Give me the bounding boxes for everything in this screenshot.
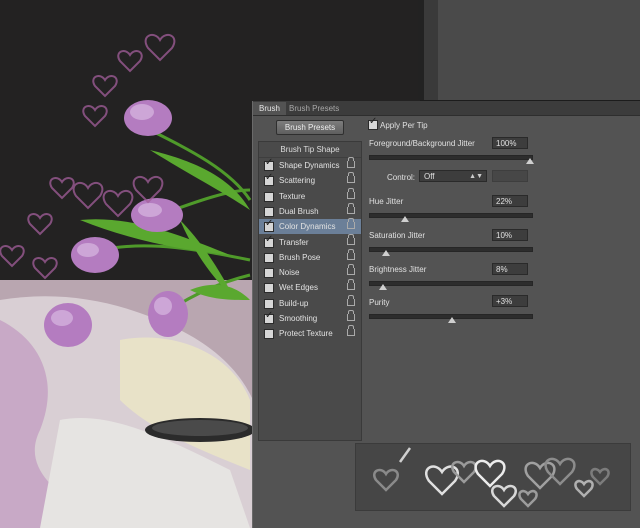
option-checkbox[interactable]: ✓ bbox=[264, 310, 274, 324]
lock-icon[interactable] bbox=[347, 218, 355, 230]
option-label: Protect Texture bbox=[279, 329, 333, 339]
apply-per-tip-checkbox[interactable]: ✓ bbox=[368, 116, 378, 130]
brightness-jitter-value[interactable]: 8% bbox=[492, 263, 528, 275]
option-checkbox[interactable] bbox=[264, 329, 274, 340]
option-checkbox[interactable] bbox=[264, 298, 274, 309]
option-label: Build-up bbox=[279, 298, 309, 308]
option-label: Transfer bbox=[279, 237, 309, 247]
tab-brush[interactable]: Brush bbox=[253, 102, 286, 115]
lock-icon[interactable] bbox=[347, 325, 355, 337]
check-icon: ✓ bbox=[265, 218, 274, 230]
brush-option-smoothing[interactable]: ✓ Smoothing bbox=[259, 310, 361, 326]
check-icon: ✓ bbox=[265, 310, 274, 321]
saturation-jitter-slider[interactable] bbox=[369, 247, 533, 256]
slider-thumb[interactable] bbox=[382, 250, 390, 256]
option-checkbox[interactable] bbox=[264, 252, 274, 263]
brush-option-noise[interactable]: Noise bbox=[259, 264, 361, 280]
tab-brush-presets[interactable]: Brush Presets bbox=[283, 102, 345, 115]
fg-bg-jitter-value[interactable]: 100% bbox=[492, 137, 528, 149]
top-dark-panel bbox=[418, 0, 640, 100]
option-checkbox[interactable]: ✓ bbox=[264, 157, 274, 171]
check-icon: ✓ bbox=[265, 233, 274, 245]
fg-bg-jitter-label: Foreground/Background Jitter bbox=[369, 139, 475, 148]
option-label: Wet Edges bbox=[279, 283, 318, 293]
brush-option-protect-texture[interactable]: Protect Texture bbox=[259, 325, 361, 341]
option-label: Noise bbox=[279, 268, 300, 278]
check-icon: ✓ bbox=[369, 116, 378, 127]
saturation-jitter-value[interactable]: 10% bbox=[492, 229, 528, 241]
fg-bg-jitter-slider[interactable] bbox=[369, 155, 534, 164]
option-label: Brush Pose bbox=[279, 252, 321, 262]
brush-option-dual-brush[interactable]: Dual Brush bbox=[259, 202, 361, 219]
brightness-jitter-slider[interactable] bbox=[369, 281, 533, 290]
brightness-jitter-label: Brightness Jitter bbox=[369, 265, 427, 274]
check-icon: ✓ bbox=[265, 172, 274, 184]
saturation-jitter-label: Saturation Jitter bbox=[369, 231, 426, 240]
control-extra-field bbox=[492, 170, 528, 182]
lock-icon[interactable] bbox=[347, 248, 355, 260]
check-icon: ✓ bbox=[265, 157, 274, 168]
control-select[interactable]: Off ▲▼ bbox=[419, 170, 487, 182]
hue-jitter-label: Hue Jitter bbox=[369, 197, 404, 206]
brush-stroke-preview bbox=[355, 443, 631, 511]
brush-option-shape-dynamics[interactable]: ✓ Shape Dynamics bbox=[259, 157, 361, 173]
lock-icon[interactable] bbox=[347, 157, 355, 168]
option-label: Dual Brush bbox=[279, 206, 319, 216]
brush-option-build-up[interactable]: Build-up bbox=[259, 294, 361, 311]
brush-option-scattering[interactable]: ✓ Scattering bbox=[259, 172, 361, 188]
lock-icon[interactable] bbox=[347, 233, 355, 245]
brush-presets-button[interactable]: Brush Presets bbox=[276, 120, 344, 135]
brush-options-list: Brush Tip Shape ✓ Shape Dynamics ✓ Scatteri… bbox=[258, 141, 362, 441]
option-checkbox[interactable]: ✓ bbox=[264, 172, 274, 187]
hue-jitter-value[interactable]: 22% bbox=[492, 195, 528, 207]
heart-stroke-preview-image bbox=[373, 447, 610, 508]
option-checkbox[interactable]: ✓ bbox=[264, 233, 274, 248]
brush-tip-shape-item[interactable]: Brush Tip Shape bbox=[259, 142, 361, 158]
brush-option-brush-pose[interactable]: Brush Pose bbox=[259, 248, 361, 265]
lock-icon[interactable] bbox=[347, 310, 355, 321]
brush-option-transfer[interactable]: ✓ Transfer bbox=[259, 233, 361, 250]
option-checkbox[interactable] bbox=[264, 268, 274, 279]
slider-thumb[interactable] bbox=[401, 216, 410, 222]
option-checkbox[interactable] bbox=[264, 206, 274, 217]
option-checkbox[interactable] bbox=[264, 191, 274, 202]
slider-thumb[interactable] bbox=[448, 317, 457, 323]
lock-icon[interactable] bbox=[347, 294, 355, 306]
brush-option-texture[interactable]: Texture bbox=[259, 187, 361, 204]
purity-value[interactable]: +3% bbox=[492, 295, 528, 307]
apply-per-tip-label: Apply Per Tip bbox=[380, 121, 428, 130]
lock-icon[interactable] bbox=[347, 264, 355, 276]
lock-icon[interactable] bbox=[347, 279, 355, 291]
option-checkbox[interactable] bbox=[264, 283, 274, 294]
lock-icon[interactable] bbox=[347, 187, 355, 199]
option-label: Smoothing bbox=[279, 314, 318, 323]
hue-jitter-slider[interactable] bbox=[369, 213, 533, 222]
control-select-value: Off bbox=[424, 172, 435, 181]
lock-icon[interactable] bbox=[347, 202, 355, 214]
brush-option-wet-edges[interactable]: Wet Edges bbox=[259, 279, 361, 295]
option-label: Shape Dynamics bbox=[279, 161, 340, 170]
purity-label: Purity bbox=[369, 298, 390, 307]
select-arrows-icon: ▲▼ bbox=[469, 173, 483, 180]
brush-option-color-dynamics[interactable]: ✓ Color Dynamics bbox=[259, 218, 361, 235]
slider-thumb[interactable] bbox=[378, 284, 387, 290]
option-label: Texture bbox=[279, 191, 306, 201]
option-label: Color Dynamics bbox=[279, 222, 336, 232]
slider-thumb[interactable] bbox=[526, 158, 534, 164]
control-label: Control: bbox=[387, 173, 416, 182]
lock-icon[interactable] bbox=[347, 172, 355, 184]
option-checkbox[interactable]: ✓ bbox=[264, 218, 274, 233]
purity-slider[interactable] bbox=[369, 314, 533, 323]
panel-tab-bar: Brush Brush Presets bbox=[253, 101, 640, 116]
option-label: Scattering bbox=[279, 176, 316, 186]
brush-panel: Brush Brush Presets Brush Presets Brush … bbox=[252, 101, 640, 528]
